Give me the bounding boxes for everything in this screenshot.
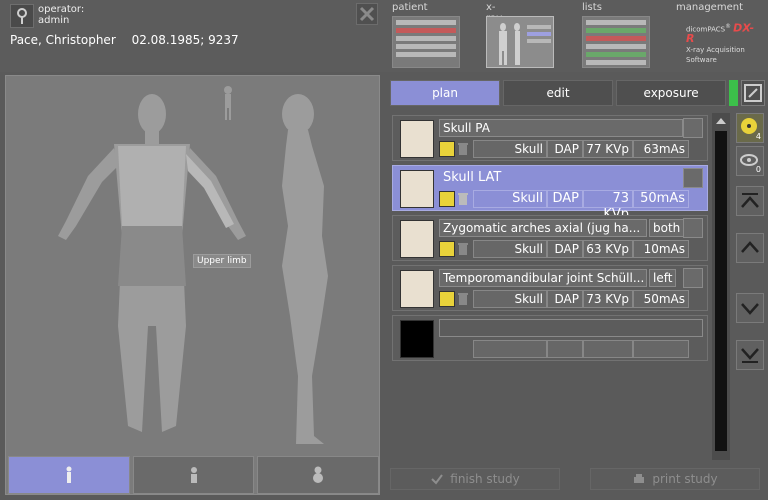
- header: operator: admin Pace, Christopher 02.08.…: [0, 0, 768, 72]
- move-up-button[interactable]: [736, 233, 764, 263]
- side-tag: both: [649, 219, 685, 237]
- scroll-up-icon[interactable]: [712, 114, 730, 128]
- product-logo: dicomPACS® DX-R X-ray Acquisition Softwa…: [686, 21, 755, 65]
- move-bottom-icon: [741, 348, 759, 363]
- tab-exposure[interactable]: exposure: [616, 80, 727, 106]
- print-icon: [634, 474, 645, 483]
- exam-thumbnail: [400, 170, 434, 208]
- workflow-tabs: plan edit exposure: [390, 80, 738, 106]
- exam-list: Skull PA Skull DAP 77 KVp 63mAs Skull LA…: [392, 113, 708, 460]
- exam-name: Temporomandibular joint Schüll...: [439, 269, 647, 287]
- radiation-icon: [439, 191, 455, 207]
- xray-thumbnail: [486, 16, 554, 68]
- trash-icon[interactable]: [457, 291, 469, 307]
- view-toggle-group: [8, 456, 380, 494]
- radiation-icon: [439, 241, 455, 257]
- empty-name-field: [439, 319, 703, 337]
- exam-name: Zygomatic arches axial (jug ha...: [439, 219, 647, 237]
- expand-icon: [744, 84, 762, 102]
- exam-name: Skull LAT: [443, 170, 502, 185]
- ready-indicator: [729, 80, 738, 106]
- patient-name: Pace, Christopher: [10, 33, 116, 47]
- operator-label: operator:: [38, 4, 85, 15]
- child-view-button[interactable]: [132, 456, 255, 494]
- adult-figure-icon: [66, 466, 72, 483]
- infant-figure-icon: [313, 466, 324, 483]
- exam-list-scrollbar[interactable]: [712, 113, 730, 460]
- radiation-count: 4: [755, 132, 761, 141]
- radiation-icon: [439, 291, 455, 307]
- exam-thumbnail: [400, 120, 434, 158]
- region-tooltip: Upper limb: [193, 254, 251, 268]
- move-top-icon: [741, 193, 759, 208]
- key-icon[interactable]: [10, 4, 34, 28]
- trash-icon[interactable]: [457, 191, 469, 207]
- exam-row[interactable]: Skull PA Skull DAP 77 KVp 63mAs: [392, 115, 708, 161]
- empty-params: [473, 340, 703, 358]
- patient-info: Pace, Christopher 02.08.1985; 9237: [10, 33, 251, 47]
- scroll-thumb[interactable]: [715, 131, 727, 451]
- edit-pen-icon[interactable]: [683, 218, 703, 238]
- radiation-counter[interactable]: 4: [736, 113, 764, 143]
- patient-thumbnail: [392, 16, 460, 68]
- edit-pen-icon[interactable]: [683, 118, 703, 138]
- body-region-selector: Upper limb: [5, 75, 380, 495]
- abdomen-region: [118, 226, 186, 286]
- chevron-down-icon: [741, 303, 759, 315]
- viewer-counter[interactable]: 0: [736, 146, 764, 176]
- empty-exam-slot[interactable]: [392, 315, 708, 361]
- trash-icon[interactable]: [457, 141, 469, 157]
- head-region: [138, 94, 166, 134]
- move-down-button[interactable]: [736, 293, 764, 323]
- exam-params: Skull DAP 63 KVp 10mAs: [473, 240, 703, 258]
- patient-details: 02.08.1985; 9237: [131, 33, 239, 47]
- exam-row[interactable]: Temporomandibular joint Schüll... left S…: [392, 265, 708, 311]
- exam-params: Skull DAP 73 KVp 50mAs: [473, 290, 703, 308]
- close-button[interactable]: [356, 3, 378, 25]
- exam-thumbnail: [400, 220, 434, 258]
- trash-icon[interactable]: [457, 241, 469, 257]
- lateral-body: [282, 130, 328, 444]
- adult-view-button[interactable]: [8, 456, 130, 494]
- exam-thumbnail: [400, 270, 434, 308]
- empty-thumbnail: [400, 320, 434, 358]
- exam-row[interactable]: Zygomatic arches axial (jug ha... both S…: [392, 215, 708, 261]
- chevron-up-icon: [741, 241, 759, 253]
- move-top-button[interactable]: [736, 186, 764, 216]
- viewer-count: 0: [755, 165, 761, 174]
- exam-params: Skull DAP 77 KVp 63mAs: [473, 140, 703, 158]
- move-bottom-button[interactable]: [736, 340, 764, 370]
- child-figure-icon: [190, 467, 197, 483]
- checkmark-icon: [431, 474, 444, 485]
- expand-button[interactable]: [741, 80, 765, 106]
- edit-pen-icon[interactable]: [683, 168, 703, 188]
- upper-limb-region: [186, 154, 234, 228]
- tab-plan[interactable]: plan: [390, 80, 501, 106]
- radiation-icon: [439, 141, 455, 157]
- thorax-region: [118, 146, 186, 226]
- edit-pen-icon[interactable]: [683, 268, 703, 288]
- lists-thumbnail: [582, 16, 650, 68]
- print-study-button[interactable]: print study: [590, 468, 760, 490]
- infant-view-button[interactable]: [257, 456, 380, 494]
- exam-name: Skull PA: [439, 119, 683, 137]
- tab-edit[interactable]: edit: [503, 80, 614, 106]
- operator-name: admin: [38, 15, 70, 26]
- exam-params: Skull DAP 73 KVp 50mAs: [473, 190, 703, 222]
- side-tag: left: [649, 269, 677, 287]
- exam-row[interactable]: Skull LAT Skull DAP 73 KVp 50mAs: [392, 165, 708, 222]
- finish-study-button[interactable]: finish study: [390, 468, 560, 490]
- right-arm-region: [58, 148, 118, 240]
